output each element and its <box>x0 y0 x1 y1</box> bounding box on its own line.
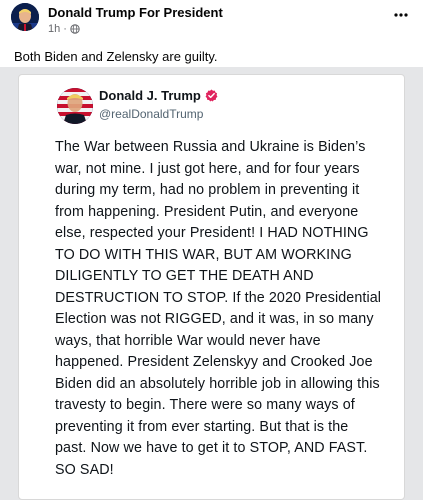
tweet-text-line: travesty to begin. There were so many wa… <box>55 397 355 413</box>
tweet-author-avatar[interactable] <box>57 88 93 124</box>
tweet-author-avatar-image <box>57 88 93 124</box>
tweet-text-line: ways, that horrible War would never have <box>55 332 321 349</box>
post-header: Donald Trump For President 1h · <box>0 0 423 44</box>
post-caption: Both Biden and Zelensky are guilty. <box>14 49 218 64</box>
post-meta: 1h · <box>48 23 80 35</box>
tweet-author-name-text: Donald J. Trump <box>99 88 201 103</box>
tweet-text-line: DILIGENTLY TO GET THE DEATH AND <box>55 268 314 284</box>
verified-badge-icon <box>205 89 218 102</box>
page-name[interactable]: Donald Trump For President <box>48 5 223 20</box>
tweet-text-line: SO SAD! <box>55 461 114 478</box>
tweet-text-line: war, not mine. I just got here, and for … <box>55 160 360 177</box>
tweet-text-line: happened. President Zelenskyy and Crooke… <box>55 354 373 370</box>
tweet-text: The War between Russia and Ukraine is Bi… <box>55 137 400 481</box>
more-options-icon[interactable] <box>393 12 409 18</box>
post-time[interactable]: 1h <box>48 23 60 35</box>
facebook-post: Donald Trump For President 1h · Both Bid… <box>0 0 423 500</box>
tweet-text-line: else, respected your President! I HAD NO… <box>55 225 369 241</box>
tweet-text-line: DESTRUCTION TO STOP. If the 2020 Preside… <box>55 289 382 306</box>
tweet-text-line: during my term, had no problem in preven… <box>55 182 360 198</box>
tweet-author-handle[interactable]: @realDonaldTrump <box>99 107 203 121</box>
tweet-text-line: past. Now we have to get it to STOP, AND… <box>55 440 368 456</box>
shared-tweet-card: Donald J. Trump @realDonaldTrump The War… <box>18 74 405 500</box>
tweet-text-line: from happening. President Putin, and eve… <box>55 203 359 220</box>
tweet-text-line: Biden did an absolutely horrible job in … <box>55 375 380 392</box>
tweet-author-name[interactable]: Donald J. Trump <box>99 88 218 103</box>
tweet-text-line: The War between Russia and Ukraine is Bi… <box>55 139 366 155</box>
shared-content-frame: Donald J. Trump @realDonaldTrump The War… <box>0 67 423 500</box>
tweet-text-line: TO DO WITH THIS WAR, BUT AM WORKING <box>55 246 352 263</box>
page-avatar[interactable] <box>11 3 39 31</box>
globe-icon <box>70 24 80 34</box>
tweet-text-line: preventing it from ever starting. But th… <box>55 418 349 435</box>
page-avatar-image <box>11 3 39 31</box>
meta-separator: · <box>63 23 67 35</box>
tweet-text-line: Election was not RIGGED, and it was, in … <box>55 311 374 327</box>
